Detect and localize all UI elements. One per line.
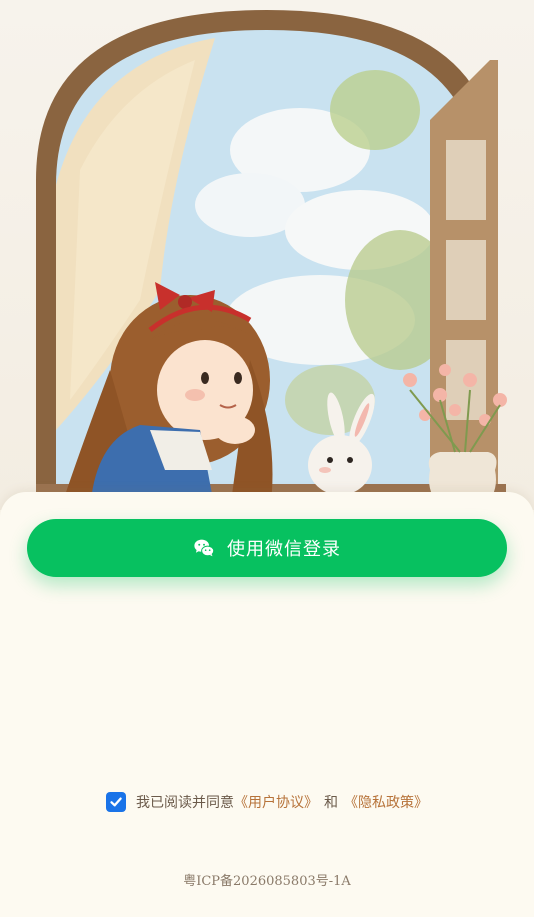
agreement-conjunction: 和 [324, 795, 338, 811]
agreement-row: 我已阅读并同意 《用户协议》 和 《隐私政策》 [0, 792, 534, 812]
login-sheet: 使用微信登录 我已阅读并同意 《用户协议》 和 《隐私政策》 粤ICP备2026… [0, 492, 534, 917]
checkmark-icon [110, 797, 122, 807]
privacy-policy-link[interactable]: 《隐私政策》 [344, 792, 428, 812]
agreement-checkbox[interactable] [106, 792, 126, 812]
wechat-icon [194, 539, 215, 557]
icp-record: 粤ICP备2026085803号-1A [183, 874, 351, 889]
agreement-prefix: 我已阅读并同意 [136, 795, 234, 811]
login-page: 使用微信登录 我已阅读并同意 《用户协议》 和 《隐私政策》 粤ICP备2026… [0, 0, 534, 917]
user-agreement-link[interactable]: 《用户协议》 [234, 792, 318, 812]
hero-illustration [0, 0, 534, 510]
wechat-login-label: 使用微信登录 [227, 539, 341, 560]
wechat-login-button[interactable]: 使用微信登录 [27, 519, 507, 577]
